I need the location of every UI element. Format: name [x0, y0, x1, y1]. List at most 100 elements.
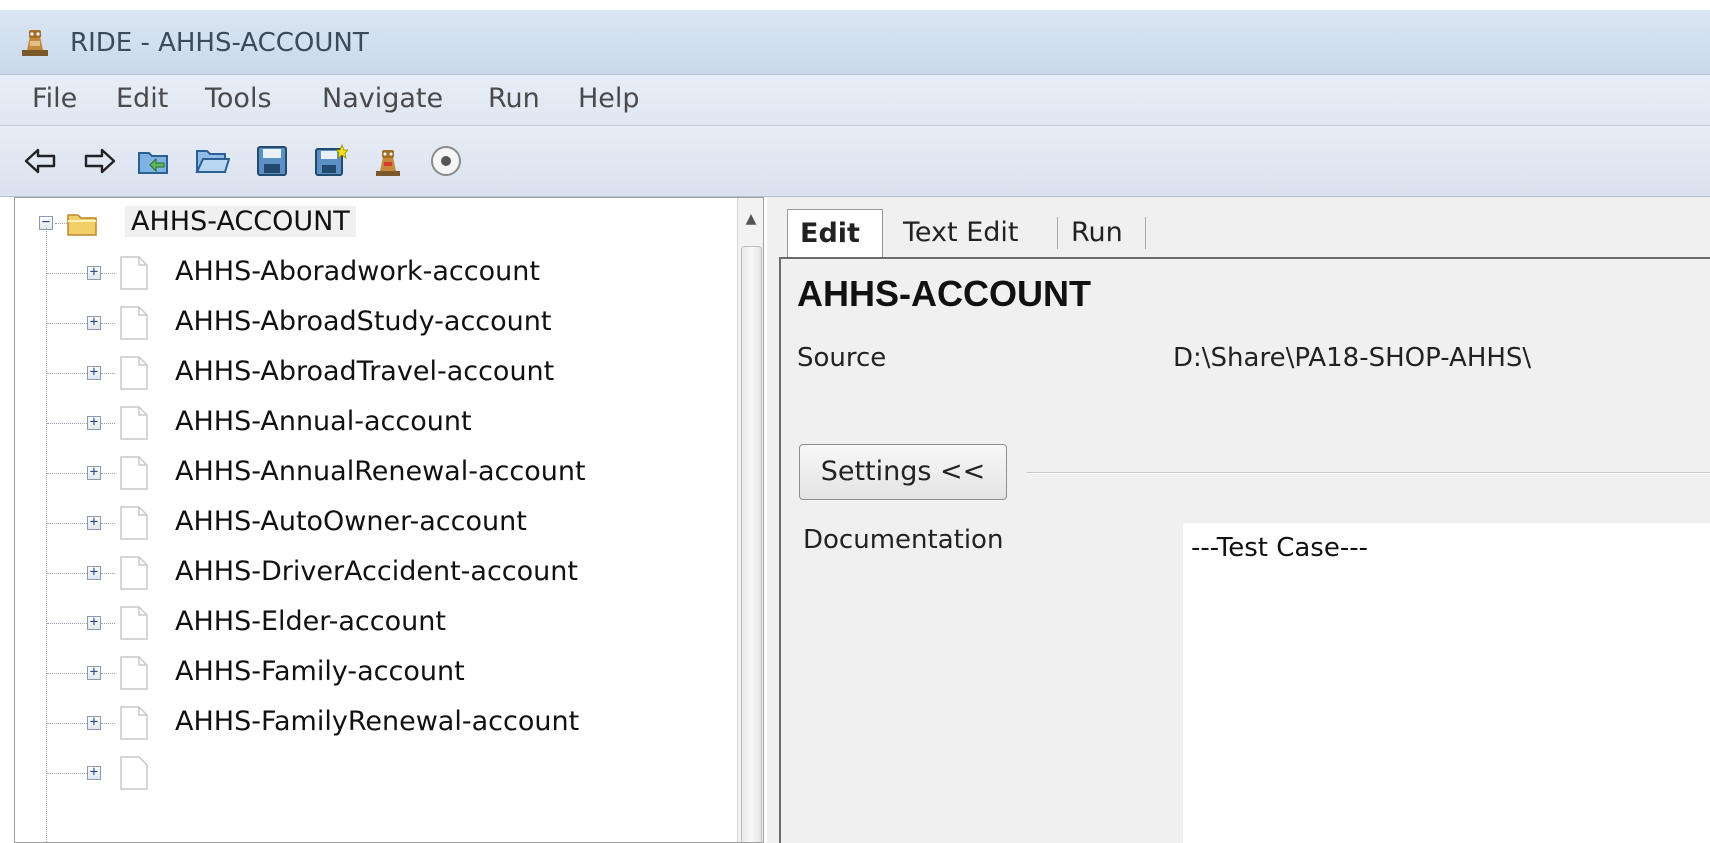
tree-item[interactable]: + AHHS-AutoOwner-account [15, 502, 733, 552]
tree-connector [101, 723, 115, 724]
tree-connector [101, 673, 115, 674]
menu-run[interactable]: Run [488, 83, 540, 114]
open-folder-icon[interactable] [194, 143, 230, 179]
tree-item[interactable]: + AHHS-AbroadTravel-account [15, 352, 733, 402]
scroll-up-icon[interactable]: ▲ [739, 199, 763, 239]
tree-scrollbar[interactable]: ▲ [737, 198, 763, 842]
tree-item[interactable]: + AHHS-Family-account [15, 652, 733, 702]
file-icon [119, 306, 149, 340]
tree-item-label[interactable]: AHHS-Aboradwork-account [175, 256, 540, 287]
tree-connector [101, 373, 115, 374]
tree-item-label[interactable]: AHHS-FamilyRenewal-account [175, 706, 579, 737]
tree-item-label[interactable]: AHHS-AnnualRenewal-account [175, 456, 586, 487]
tree-connector [47, 523, 87, 524]
tree-connector [47, 423, 87, 424]
edit-panel: AHHS-ACCOUNT Source D:\Share\PA18-SHOP-A… [779, 257, 1710, 843]
tree-connector [47, 273, 87, 274]
stop-circle-icon[interactable] [428, 143, 464, 179]
project-tree: − AHHS-ACCOUNT + AHHS-Aboradwork-account… [14, 197, 764, 843]
tree-item[interactable]: + AHHS-Aboradwork-account [15, 252, 733, 302]
file-icon [119, 256, 149, 290]
tree-item[interactable]: + [15, 752, 733, 802]
file-icon [119, 756, 149, 790]
tree-item-label[interactable]: AHHS-DriverAccident-account [175, 556, 578, 587]
file-icon [119, 606, 149, 640]
tree-item-label[interactable]: AHHS-AbroadTravel-account [175, 356, 554, 387]
tree-connector [47, 573, 87, 574]
documentation-label: Documentation [803, 525, 1004, 555]
expand-icon[interactable]: + [87, 265, 101, 280]
tree-root-row[interactable]: − AHHS-ACCOUNT [15, 202, 733, 252]
tree-connector [101, 273, 115, 274]
tab-edit[interactable]: Edit [787, 209, 883, 257]
tree-connector [101, 573, 115, 574]
window-title: RIDE - AHHS-ACCOUNT [70, 28, 369, 58]
settings-toggle-button[interactable]: Settings << [799, 444, 1007, 500]
tree-item-label[interactable]: AHHS-Annual-account [175, 406, 472, 437]
tree-item[interactable]: + AHHS-FamilyRenewal-account [15, 702, 733, 752]
tree-item[interactable]: + AHHS-Elder-account [15, 602, 733, 652]
tree-root-label[interactable]: AHHS-ACCOUNT [125, 206, 356, 237]
expand-icon[interactable]: + [87, 365, 101, 380]
source-path: D:\Share\PA18-SHOP-AHHS\ [1173, 343, 1532, 373]
title-bar: RIDE - AHHS-ACCOUNT [0, 10, 1710, 75]
tab-run[interactable]: Run [1071, 209, 1123, 255]
tab-text-edit[interactable]: Text Edit [903, 209, 1018, 255]
tab-separator [1145, 217, 1146, 249]
tree-connector [101, 523, 115, 524]
documentation-field[interactable]: ---Test Case--- [1183, 523, 1710, 843]
save-all-icon[interactable] [312, 143, 348, 179]
file-icon [119, 706, 149, 740]
tree-item[interactable]: + AHHS-Annual-account [15, 402, 733, 452]
source-label: Source [797, 343, 887, 373]
tree-item[interactable]: + AHHS-AnnualRenewal-account [15, 452, 733, 502]
save-icon[interactable] [254, 143, 290, 179]
tree-connector [101, 423, 115, 424]
expand-icon[interactable]: + [87, 615, 101, 630]
tree-item[interactable]: + AHHS-AbroadStudy-account [15, 302, 733, 352]
open-project-icon[interactable] [136, 143, 172, 179]
file-icon [119, 656, 149, 690]
expand-icon[interactable]: + [87, 765, 101, 780]
expand-icon[interactable]: + [87, 515, 101, 530]
menu-tools[interactable]: Tools [205, 83, 272, 114]
forward-arrow-icon[interactable] [82, 143, 118, 179]
suite-title: AHHS-ACCOUNT [797, 273, 1091, 314]
file-icon [119, 356, 149, 390]
expand-icon[interactable]: + [87, 415, 101, 430]
tree-connector [47, 323, 87, 324]
toolbar [0, 126, 1710, 197]
scroll-thumb[interactable] [741, 246, 762, 842]
menu-navigate[interactable]: Navigate [322, 83, 443, 114]
tree-connector [101, 323, 115, 324]
menu-file[interactable]: File [32, 83, 77, 114]
menu-bar: File Edit Tools Navigate Run Help [0, 75, 1710, 126]
tree-connector [47, 373, 87, 374]
ride-window: RIDE - AHHS-ACCOUNT File Edit Tools Navi… [0, 0, 1710, 843]
expand-icon[interactable]: + [87, 665, 101, 680]
expand-icon[interactable]: + [87, 715, 101, 730]
menu-help[interactable]: Help [578, 83, 640, 114]
tree-item-label[interactable]: AHHS-Family-account [175, 656, 465, 687]
robot-icon[interactable] [370, 143, 406, 179]
file-icon [119, 556, 149, 590]
tree-item[interactable]: + AHHS-DriverAccident-account [15, 552, 733, 602]
tree-connector [47, 473, 87, 474]
ride-robot-icon [18, 26, 52, 58]
expand-icon[interactable]: + [87, 565, 101, 580]
expand-icon[interactable]: + [87, 465, 101, 480]
tree-connector [47, 623, 87, 624]
cropped-caption-strip [0, 0, 700, 10]
tree-item-label[interactable]: AHHS-AutoOwner-account [175, 506, 527, 537]
tree-connector [47, 673, 87, 674]
file-icon [119, 506, 149, 540]
back-arrow-icon[interactable] [22, 143, 58, 179]
tree-connector [101, 623, 115, 624]
expand-icon[interactable]: + [87, 315, 101, 330]
tree-connector [47, 773, 87, 774]
tree-item-label[interactable]: AHHS-AbroadStudy-account [175, 306, 551, 337]
menu-edit[interactable]: Edit [116, 83, 168, 114]
tree-connector [101, 473, 115, 474]
folder-icon [67, 211, 97, 245]
tree-item-label[interactable]: AHHS-Elder-account [175, 606, 446, 637]
